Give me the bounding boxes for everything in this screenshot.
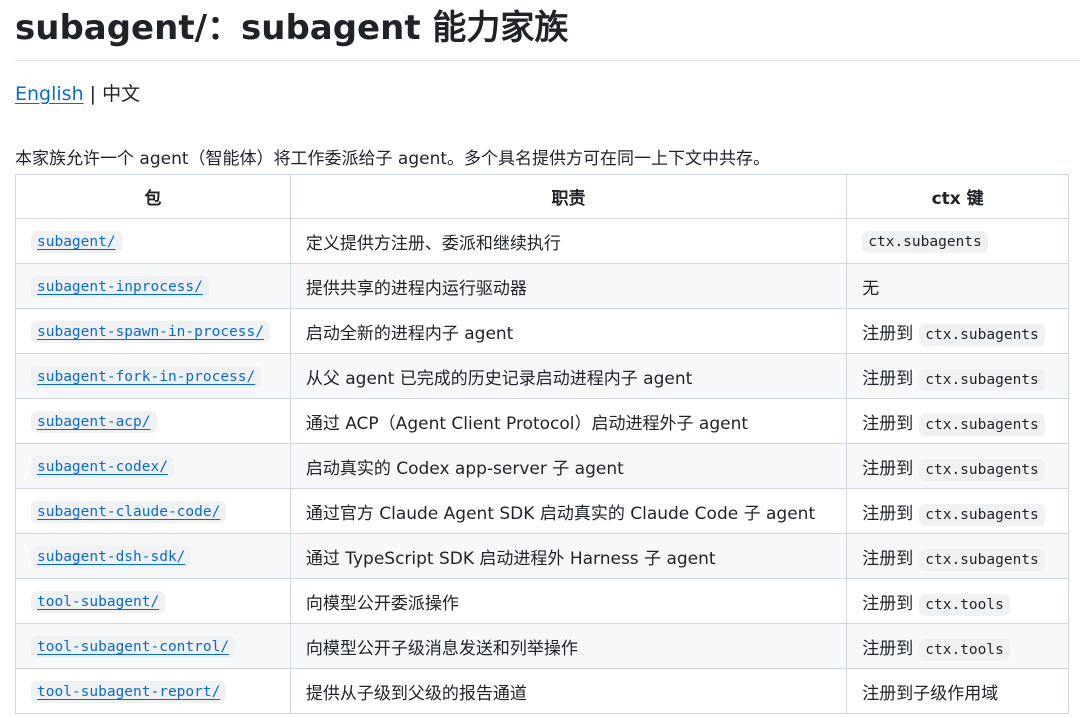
- ctx-key-code: ctx.subagents: [919, 368, 1045, 391]
- table-row: tool-subagent-report/提供从子级到父级的报告通道 注册到子级作…: [15, 668, 1069, 714]
- ctx-key-cell: 注册到 ctx.subagents: [846, 533, 1069, 579]
- table-row: subagent/定义提供方注册、委派和继续执行 ctx.subagents: [15, 218, 1069, 264]
- package-cell: subagent-spawn-in-process/: [15, 308, 291, 354]
- package-cell: subagent-fork-in-process/: [15, 353, 291, 399]
- page-title: subagent/：subagent 能力家族: [15, 0, 1080, 61]
- ctx-key-code: ctx.tools: [919, 638, 1010, 661]
- package-link[interactable]: subagent-claude-code/: [31, 501, 227, 523]
- ctx-key-code: ctx.subagents: [919, 323, 1045, 346]
- package-cell: subagent-codex/: [15, 443, 291, 489]
- duty-cell: 提供共享的进程内运行驱动器: [289, 263, 848, 309]
- package-link[interactable]: subagent/: [31, 231, 122, 253]
- table-row: subagent-spawn-in-process/启动全新的进程内子 agen…: [15, 308, 1069, 354]
- duty-cell: 通过 ACP（Agent Client Protocol）启动进程外子 agen…: [289, 398, 848, 444]
- header-package: 包: [15, 174, 291, 219]
- package-link[interactable]: subagent-codex/: [31, 456, 174, 478]
- ctx-key-code: ctx.subagents: [862, 231, 988, 253]
- duty-cell: 从父 agent 已完成的历史记录启动进程内子 agent: [289, 353, 848, 399]
- ctx-key-text: 注册到: [862, 458, 914, 479]
- ctx-key-cell: 注册到 ctx.subagents: [846, 398, 1069, 444]
- ctx-key-text: 注册到: [862, 413, 914, 434]
- ctx-key-cell: 注册到子级作用域: [846, 668, 1069, 714]
- duty-cell: 向模型公开子级消息发送和列举操作: [289, 623, 848, 669]
- duty-cell: 启动全新的进程内子 agent: [289, 308, 848, 354]
- package-table: 包 职责 ctx 键 subagent/定义提供方注册、委派和继续执行 ctx.s…: [15, 174, 1069, 714]
- table-row: tool-subagent-control/向模型公开子级消息发送和列举操作 注册…: [15, 623, 1069, 669]
- english-link[interactable]: English: [15, 83, 84, 105]
- language-switcher: English | 中文: [15, 80, 140, 108]
- header-ctx-key: ctx 键: [846, 174, 1069, 219]
- ctx-key-cell: 注册到 ctx.subagents: [846, 488, 1069, 534]
- table-row: subagent-fork-in-process/从父 agent 已完成的历史…: [15, 353, 1069, 399]
- intro-paragraph: 本家族允许一个 agent（智能体）将工作委派给子 agent。多个具名提供方可…: [15, 149, 771, 169]
- language-separator: |: [89, 83, 97, 105]
- ctx-key-text: 无: [862, 278, 880, 299]
- duty-cell: 启动真实的 Codex app-server 子 agent: [289, 443, 848, 489]
- table-row: subagent-acp/通过 ACP（Agent Client Protoco…: [15, 398, 1069, 444]
- ctx-key-code: ctx.tools: [919, 593, 1010, 616]
- ctx-key-code: ctx.subagents: [919, 548, 1045, 571]
- package-cell: subagent-inprocess/: [15, 263, 291, 309]
- ctx-key-cell: ctx.subagents: [846, 218, 1069, 264]
- table-header-row: 包 职责 ctx 键: [15, 174, 1069, 219]
- package-link[interactable]: subagent-spawn-in-process/: [31, 321, 270, 343]
- ctx-key-text: 注册到: [862, 323, 914, 344]
- package-cell: subagent-claude-code/: [15, 488, 291, 534]
- ctx-key-text: 注册到子级作用域: [862, 683, 999, 704]
- ctx-key-code: ctx.subagents: [919, 413, 1045, 436]
- header-duty: 职责: [289, 174, 848, 219]
- table-row: subagent-claude-code/通过官方 Claude Agent S…: [15, 488, 1069, 534]
- duty-cell: 通过 TypeScript SDK 启动进程外 Harness 子 agent: [289, 533, 848, 579]
- package-cell: tool-subagent-control/: [15, 623, 291, 669]
- ctx-key-code: ctx.subagents: [919, 503, 1045, 526]
- ctx-key-cell: 注册到 ctx.tools: [846, 578, 1069, 624]
- ctx-key-cell: 注册到 ctx.subagents: [846, 308, 1069, 354]
- current-language: 中文: [102, 83, 141, 105]
- duty-cell: 向模型公开委派操作: [289, 578, 848, 624]
- table-row: tool-subagent/向模型公开委派操作 注册到 ctx.tools: [15, 578, 1069, 624]
- ctx-key-code: ctx.subagents: [919, 458, 1045, 481]
- package-link[interactable]: subagent-fork-in-process/: [31, 366, 262, 388]
- ctx-key-text: 注册到: [862, 548, 914, 569]
- package-link[interactable]: tool-subagent/: [31, 591, 166, 613]
- package-cell: tool-subagent/: [15, 578, 291, 624]
- ctx-key-text: 注册到: [862, 638, 914, 659]
- table-row: subagent-dsh-sdk/通过 TypeScript SDK 启动进程外…: [15, 533, 1069, 579]
- duty-cell: 提供从子级到父级的报告通道: [289, 668, 848, 714]
- ctx-key-cell: 注册到 ctx.subagents: [846, 443, 1069, 489]
- table-row: subagent-inprocess/提供共享的进程内运行驱动器无: [15, 263, 1069, 309]
- readme-page: subagent/：subagent 能力家族 English | 中文 本家族…: [15, 0, 1080, 714]
- duty-cell: 通过官方 Claude Agent SDK 启动真实的 Claude Code …: [289, 488, 848, 534]
- package-link[interactable]: tool-subagent-control/: [31, 636, 236, 658]
- ctx-key-text: 注册到: [862, 368, 914, 389]
- package-cell: tool-subagent-report/: [15, 668, 291, 714]
- duty-cell: 定义提供方注册、委派和继续执行: [289, 218, 848, 264]
- table-row: subagent-codex/启动真实的 Codex app-server 子 …: [15, 443, 1069, 489]
- ctx-key-cell: 注册到 ctx.subagents: [846, 353, 1069, 399]
- package-link[interactable]: subagent-dsh-sdk/: [31, 546, 192, 568]
- ctx-key-text: 注册到: [862, 503, 914, 524]
- package-link[interactable]: subagent-inprocess/: [31, 276, 209, 298]
- package-link[interactable]: subagent-acp/: [31, 411, 157, 433]
- package-cell: subagent-dsh-sdk/: [15, 533, 291, 579]
- ctx-key-cell: 注册到 ctx.tools: [846, 623, 1069, 669]
- package-link[interactable]: tool-subagent-report/: [31, 681, 227, 703]
- ctx-key-text: 注册到: [862, 593, 914, 614]
- ctx-key-cell: 无: [846, 263, 1069, 309]
- package-cell: subagent-acp/: [15, 398, 291, 444]
- package-cell: subagent/: [15, 218, 291, 264]
